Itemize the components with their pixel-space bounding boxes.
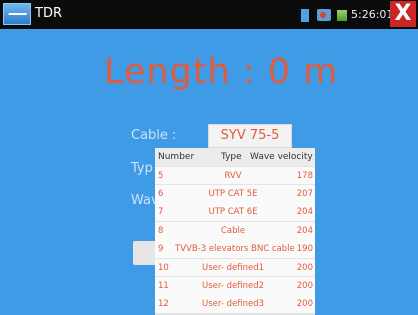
- cable-label: Cable :: [131, 128, 177, 143]
- row-number: 5: [158, 170, 164, 181]
- type-label: Typ: [131, 161, 153, 176]
- list-item[interactable]: 9 TVVB-3 elevators BNC cable 190: [155, 240, 315, 258]
- header-type: Type: [221, 152, 242, 162]
- list-item[interactable]: 6 UTP CAT 5E 207: [155, 184, 315, 203]
- row-number: 6: [158, 188, 164, 199]
- tdr-app-icon[interactable]: [3, 3, 31, 25]
- popup-header: Number Type Wave velocity: [155, 148, 315, 166]
- list-item[interactable]: 10 User- defined1 200: [155, 258, 315, 277]
- row-number: 11: [158, 280, 169, 291]
- length-readout: Length : 0 m: [104, 52, 339, 92]
- row-velocity: 207: [296, 188, 313, 199]
- row-velocity: 178: [296, 170, 313, 181]
- row-type: UTP CAT 5E: [208, 188, 258, 199]
- row-type: RVV: [224, 170, 242, 181]
- row-type: TVVB-3 elevators BNC cable: [175, 244, 295, 255]
- list-item[interactable]: 11 User- defined2 200: [155, 276, 315, 295]
- row-number: 12: [158, 299, 169, 310]
- header-number: Number: [158, 152, 195, 162]
- row-number: 7: [158, 207, 164, 218]
- list-item[interactable]: 12 User- defined3 200: [155, 295, 315, 314]
- battery-icon: [301, 9, 309, 22]
- row-type: UTP CAT 6E: [208, 207, 258, 218]
- list-item[interactable]: 5 RVV 178: [155, 166, 315, 185]
- network-icon: [317, 9, 331, 21]
- row-velocity: 200: [296, 280, 313, 291]
- status-bar: TDR 5:26:01 PM X: [0, 0, 418, 29]
- row-number: 9: [158, 244, 164, 255]
- row-number: 10: [158, 262, 169, 273]
- list-item[interactable]: 7 UTP CAT 6E 204: [155, 203, 315, 222]
- cable-type-popup: Number Type Wave velocity 5 RVV 178 6 UT…: [155, 148, 315, 315]
- signal-icon: [337, 10, 347, 21]
- app-title: TDR: [35, 6, 62, 21]
- row-velocity: 204: [296, 225, 313, 236]
- row-velocity: 190: [296, 244, 313, 255]
- row-velocity: 204: [296, 207, 313, 218]
- row-type: User- defined3: [202, 299, 264, 310]
- row-number: 8: [158, 225, 164, 236]
- list-item[interactable]: 8 Cable 204: [155, 221, 315, 240]
- row-velocity: 200: [296, 299, 313, 310]
- row-type: User- defined2: [202, 280, 264, 291]
- row-type: Cable: [220, 225, 246, 236]
- row-type: User- defined1: [202, 262, 264, 273]
- cable-select-button[interactable]: SYV 75-5: [208, 124, 292, 148]
- header-wave-velocity: Wave velocity: [250, 152, 313, 162]
- row-velocity: 200: [296, 262, 313, 273]
- close-icon[interactable]: X: [390, 1, 416, 27]
